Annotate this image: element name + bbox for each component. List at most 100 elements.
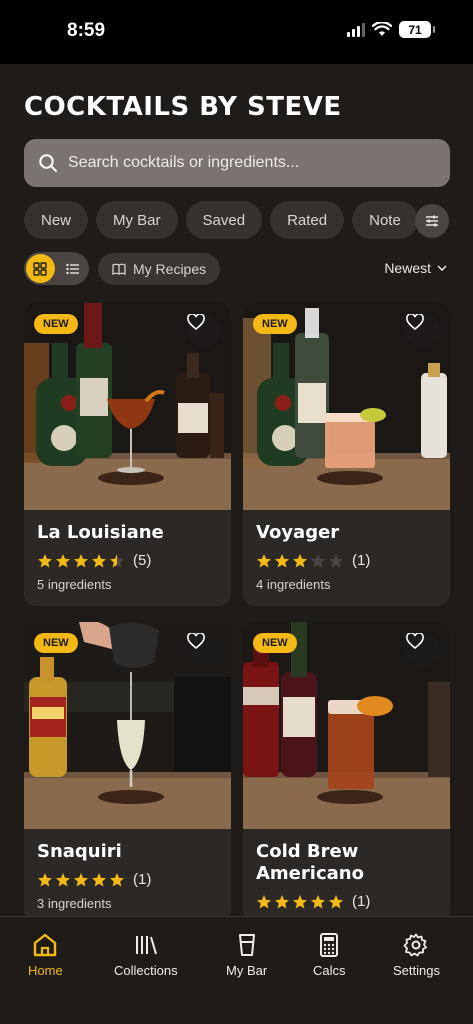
recipe-card-snaquiri[interactable]: NEW Snaquiri (1) 3 ingredients: [24, 622, 231, 922]
recipe-card-cold-brew-americano[interactable]: NEW Cold Brew Americano (1): [243, 622, 450, 922]
star-icon: [56, 872, 70, 886]
heart-icon: [406, 314, 424, 330]
star-icon: [257, 894, 271, 908]
heart-icon: [406, 633, 424, 649]
tab-calcs[interactable]: Calcs: [313, 933, 346, 978]
star-icon: [293, 553, 307, 567]
star-icon: [311, 894, 325, 908]
star-icon: [110, 553, 124, 567]
gear-icon: [404, 933, 428, 957]
star-icon: [311, 553, 325, 567]
recipe-name: Voyager: [256, 522, 340, 543]
search-icon: [39, 154, 57, 172]
star-icon: [275, 894, 289, 908]
filter-chips: New My Bar Saved Rated Note: [24, 201, 416, 239]
star-icon: [74, 872, 88, 886]
star-icon: [56, 553, 70, 567]
ingredient-count: 4 ingredients: [256, 577, 331, 592]
chevron-down-icon: [437, 265, 447, 271]
library-icon: [135, 936, 157, 955]
home-icon: [34, 933, 57, 957]
view-toggle: [24, 252, 89, 285]
rating-count: (5): [133, 552, 152, 569]
star-rating: [256, 894, 344, 910]
star-icon: [38, 872, 52, 886]
ingredient-count: 5 ingredients: [37, 577, 112, 592]
tab-label: Calcs: [313, 963, 346, 978]
status-time: 8:59: [67, 20, 106, 41]
list-icon: [66, 263, 79, 274]
search-bar[interactable]: [24, 139, 450, 187]
favorite-button[interactable]: [187, 314, 221, 348]
rating: (1): [37, 871, 218, 888]
recipe-photo: NEW: [24, 303, 231, 510]
tab-label: Settings: [393, 963, 440, 978]
tab-my-bar[interactable]: My Bar: [226, 933, 267, 978]
my-recipes-button[interactable]: My Recipes: [98, 253, 221, 285]
star-rating: [37, 872, 125, 888]
rating-count: (1): [133, 871, 152, 888]
chip-notes[interactable]: Note: [352, 201, 416, 239]
sort-label: Newest: [384, 260, 431, 276]
rating-count: (1): [352, 552, 371, 569]
star-rating: [256, 553, 344, 569]
list-view-button[interactable]: [59, 254, 88, 283]
new-badge: NEW: [34, 314, 78, 334]
tab-bar: Home Collections My Bar Calcs Settings: [0, 916, 473, 1024]
star-icon: [92, 553, 106, 567]
new-badge: NEW: [253, 314, 297, 334]
rating-count: (1): [352, 893, 371, 910]
chip-rated[interactable]: Rated: [270, 201, 345, 239]
grid-icon: [33, 261, 47, 276]
star-icon: [257, 553, 271, 567]
page-title: COCKTAILS BY STEVE: [24, 92, 342, 122]
tab-label: Collections: [114, 963, 178, 978]
new-badge: NEW: [34, 633, 78, 653]
tab-home[interactable]: Home: [28, 933, 63, 978]
tab-label: My Bar: [226, 963, 268, 978]
favorite-button[interactable]: [406, 633, 440, 667]
star-icon: [74, 553, 88, 567]
chip-my-bar[interactable]: My Bar: [96, 201, 178, 239]
grid-view-button[interactable]: [26, 254, 55, 283]
recipe-photo: NEW: [24, 622, 231, 829]
star-icon: [329, 894, 343, 908]
star-icon: [110, 872, 124, 886]
ingredient-count: 3 ingredients: [37, 896, 112, 911]
tab-settings[interactable]: Settings: [393, 933, 440, 978]
rating: (1): [256, 893, 437, 910]
book-icon: [112, 263, 126, 275]
star-rating: [37, 553, 125, 569]
star-icon: [275, 553, 289, 567]
sort-dropdown[interactable]: Newest: [384, 260, 447, 276]
tab-collections[interactable]: Collections: [114, 933, 178, 978]
glass-icon: [238, 934, 255, 956]
recipe-name: Cold Brew Americano: [256, 841, 364, 884]
chip-new[interactable]: New: [24, 201, 89, 239]
star-icon: [329, 553, 343, 567]
favorite-button[interactable]: [187, 633, 221, 667]
star-icon: [92, 872, 106, 886]
battery-indicator: 71: [399, 21, 435, 38]
tab-label: Home: [28, 963, 63, 978]
recipe-photo: NEW: [243, 622, 450, 829]
chip-saved[interactable]: Saved: [185, 201, 263, 239]
recipe-name: La Louisiane: [37, 522, 164, 543]
star-icon: [38, 553, 52, 567]
star-icon: [293, 894, 307, 908]
favorite-button[interactable]: [406, 314, 440, 348]
recipe-card-voyager[interactable]: NEW Voyager (1) 4 ingredients: [243, 303, 450, 606]
heart-icon: [187, 314, 205, 330]
search-input[interactable]: [68, 154, 428, 172]
heart-icon: [187, 633, 205, 649]
recipe-name: Snaquiri: [37, 841, 122, 862]
recipe-photo: NEW: [243, 303, 450, 510]
recipe-card-la-louisiane[interactable]: NEW La Louisiane (5) 5 ingredients: [24, 303, 231, 606]
filter-settings-button[interactable]: [415, 204, 449, 238]
rating: (5): [37, 552, 218, 569]
status-icons: 71: [347, 21, 435, 38]
calculator-icon: [320, 933, 339, 957]
wifi-icon: [372, 22, 392, 36]
new-badge: NEW: [253, 633, 297, 653]
status-bar: 8:59 71: [0, 0, 473, 64]
